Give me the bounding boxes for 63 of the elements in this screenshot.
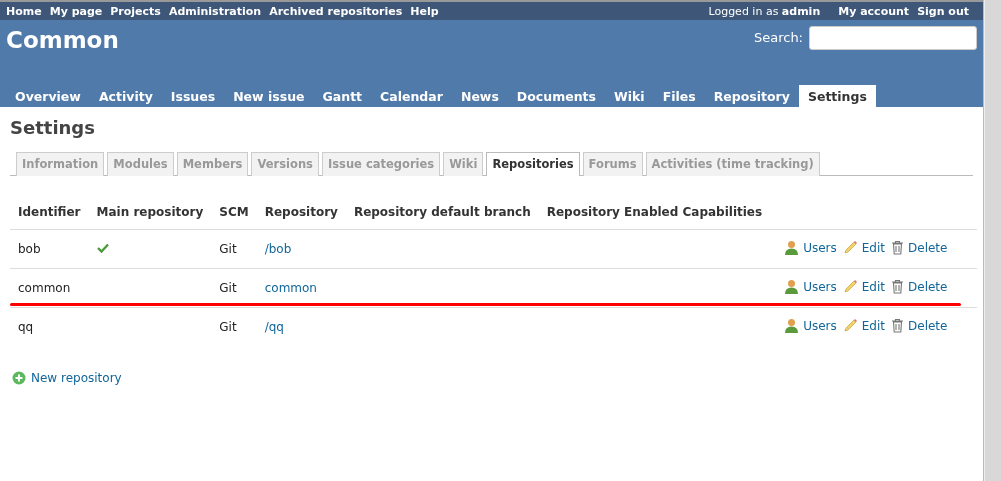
edit-link[interactable]: Edit [842, 279, 885, 294]
main-menu-tab[interactable]: News [451, 85, 508, 107]
trash-icon [891, 318, 904, 333]
add-icon [12, 371, 26, 385]
top-menu-link[interactable]: Administration [168, 4, 262, 18]
column-header: Main repository [88, 196, 212, 230]
top-menu-link[interactable]: Home [6, 4, 42, 18]
column-header: SCM [211, 196, 257, 230]
edit-link[interactable]: Edit [842, 240, 885, 255]
main-menu-tab[interactable]: Issues [161, 85, 225, 107]
top-menu-link[interactable]: Archived repositories [269, 4, 403, 18]
edit-link[interactable]: Edit [842, 318, 885, 333]
scm-cell: Git [219, 320, 237, 334]
delete-link[interactable]: Delete [891, 240, 948, 255]
new-repository-link[interactable]: New repository [12, 371, 973, 385]
pencil-icon [842, 279, 858, 294]
main-menu-tab[interactable]: New issue [224, 85, 314, 107]
repository-link[interactable]: /bob [264, 242, 292, 256]
user-icon [784, 240, 800, 255]
trash-icon [891, 240, 904, 255]
main-menu-tab[interactable]: Gantt [313, 85, 372, 107]
main-menu-tab[interactable]: Repository [704, 85, 799, 107]
delete-link[interactable]: Delete [891, 279, 948, 294]
delete-link[interactable]: Delete [891, 318, 948, 333]
main-menu-tab[interactable]: Activity [89, 85, 162, 107]
trash-icon [891, 279, 904, 294]
project-settings-tab[interactable]: Repositories [486, 152, 580, 176]
users-link[interactable]: Users [784, 240, 837, 255]
scm-cell: Git [219, 242, 237, 256]
repository-link[interactable]: common [264, 281, 317, 295]
users-link[interactable]: Users [784, 318, 837, 333]
column-header: Repository Enabled Capabilities [538, 196, 771, 230]
main-menu-tab[interactable]: Settings [798, 85, 876, 107]
users-link[interactable]: Users [784, 279, 837, 294]
main-menu-tab[interactable]: Documents [507, 85, 605, 107]
page-title: Settings [10, 117, 96, 138]
scm-cell: Git [219, 281, 237, 295]
new-repository-text: New repository [31, 371, 122, 385]
user-icon [784, 279, 800, 294]
identifier-cell: bob [18, 242, 41, 256]
logged-in-text: Logged in as admin [708, 4, 821, 18]
main-menu-tab[interactable]: Overview [6, 85, 90, 107]
top-menu-link[interactable]: Help [410, 4, 439, 18]
column-header: Repository [256, 196, 346, 230]
account-link[interactable]: Sign out [917, 4, 969, 18]
column-header: Repository default branch [345, 196, 539, 230]
pencil-icon [842, 240, 858, 255]
identifier-cell: qq [18, 320, 34, 334]
repository-link[interactable]: /qq [264, 320, 284, 334]
top-menu-link[interactable]: My page [49, 4, 103, 18]
scrollbar[interactable] [984, 0, 1001, 481]
column-header: Identifier [10, 196, 89, 230]
main-menu-tab[interactable]: Files [653, 85, 705, 107]
identifier-cell: common [18, 281, 71, 295]
account-link[interactable]: My account [838, 4, 910, 18]
pencil-icon [842, 318, 858, 333]
search-label: Search: [753, 30, 803, 45]
top-menu-link[interactable]: Projects [110, 4, 161, 18]
project-title: Common [6, 26, 119, 53]
main-menu-tab[interactable]: Calendar [371, 85, 452, 107]
main-menu-tab[interactable]: Wiki [604, 85, 654, 107]
user-icon [784, 318, 800, 333]
search-field[interactable] [809, 26, 977, 50]
